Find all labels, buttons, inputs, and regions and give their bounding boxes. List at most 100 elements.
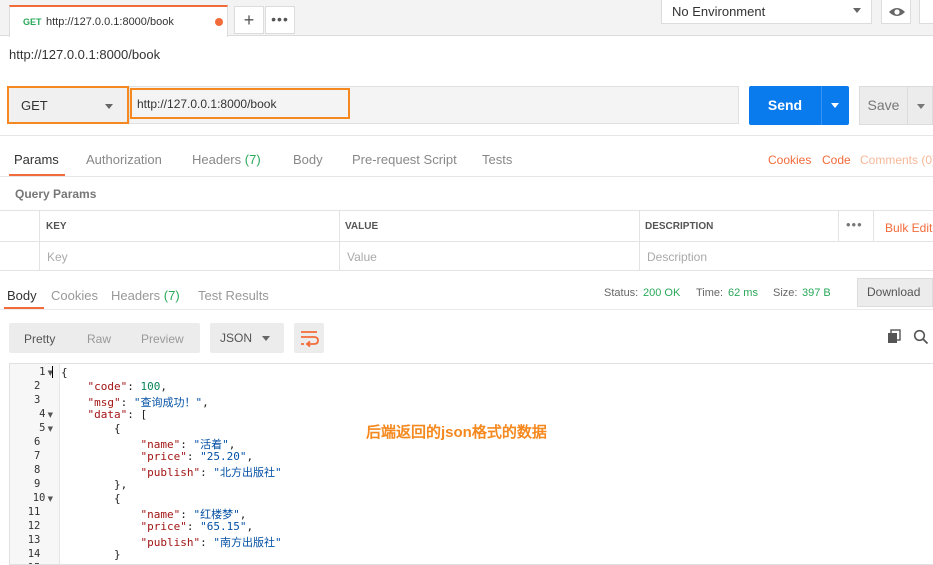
json-punctuation: , bbox=[160, 380, 167, 393]
size-value[interactable]: 397 B bbox=[802, 287, 831, 299]
line-number: 7 bbox=[34, 450, 53, 462]
tab-body[interactable]: Body bbox=[293, 152, 323, 167]
manage-environments-button[interactable] bbox=[919, 0, 933, 24]
json-punctuation: , bbox=[246, 450, 254, 463]
line-number: 10 ▼ bbox=[32, 492, 53, 504]
code-link[interactable]: Code bbox=[822, 153, 851, 167]
json-string: "南方出版社" bbox=[213, 536, 282, 549]
method-select[interactable]: GET bbox=[7, 86, 129, 124]
tab-params[interactable]: Params bbox=[14, 152, 59, 167]
code-line: }, bbox=[61, 478, 127, 491]
unsaved-dot-icon bbox=[215, 18, 223, 26]
line-number: 11 bbox=[27, 506, 53, 518]
wrap-lines-button[interactable] bbox=[294, 323, 324, 353]
divider bbox=[0, 309, 933, 310]
tab-pre-request-script[interactable]: Pre-request Script bbox=[352, 152, 457, 167]
tab-headers-count: (7) bbox=[244, 152, 261, 167]
code-line: { bbox=[61, 366, 68, 379]
tab-url-label: http://127.0.0.1:8000/book bbox=[46, 16, 174, 28]
time-label: Time: bbox=[696, 287, 724, 299]
method-select-value: GET bbox=[21, 98, 48, 113]
json-punctuation: : bbox=[186, 520, 201, 533]
comments-link[interactable]: Comments (0) bbox=[860, 153, 933, 167]
chevron-down-icon bbox=[917, 104, 925, 109]
tab-headers[interactable]: Headers (7) bbox=[192, 152, 261, 167]
environment-select-value: No Environment bbox=[672, 4, 766, 19]
save-button[interactable]: Save bbox=[859, 86, 908, 125]
request-title: http://127.0.0.1:8000/book bbox=[9, 47, 161, 62]
line-number: 6 bbox=[34, 436, 53, 448]
chevron-down-icon bbox=[262, 336, 270, 341]
value-input[interactable]: Value bbox=[347, 250, 377, 264]
line-number-gutter: 1 ▼2 3 4 ▼5 ▼6 7 8 9 10 ▼11 12 13 14 15 bbox=[10, 364, 60, 564]
json-key: "data" bbox=[87, 408, 128, 421]
description-input[interactable]: Description bbox=[647, 250, 707, 264]
bulk-edit-link[interactable]: Bulk Edit bbox=[885, 221, 932, 235]
divider bbox=[0, 241, 933, 242]
cookies-link[interactable]: Cookies bbox=[768, 153, 811, 167]
divider bbox=[639, 211, 640, 271]
eye-icon bbox=[889, 8, 905, 16]
fold-arrow-icon[interactable]: ▼ bbox=[45, 495, 53, 503]
divider bbox=[873, 211, 874, 241]
json-string: "北方出版社" bbox=[213, 466, 282, 479]
chevron-down-icon bbox=[831, 103, 839, 108]
json-punctuation: , bbox=[246, 520, 254, 533]
chevron-down-icon bbox=[105, 104, 113, 109]
json-punctuation: : bbox=[186, 450, 201, 463]
response-tab-body[interactable]: Body bbox=[7, 288, 37, 303]
json-punctuation: : bbox=[200, 466, 214, 479]
annotation-label: 后端返回的json格式的数据 bbox=[366, 424, 547, 441]
url-input-value[interactable]: http://127.0.0.1:8000/book bbox=[137, 97, 276, 111]
format-button-group: Pretty Raw Preview bbox=[9, 323, 200, 353]
column-header-key: KEY bbox=[46, 221, 67, 232]
time-value[interactable]: 62 ms bbox=[728, 287, 758, 299]
json-key: "price" bbox=[140, 520, 187, 533]
format-pretty-button[interactable]: Pretty bbox=[24, 332, 55, 346]
json-punctuation: { bbox=[61, 366, 68, 379]
json-key: "price" bbox=[140, 450, 187, 463]
status-value[interactable]: 200 OK bbox=[643, 287, 680, 299]
code-line: { bbox=[61, 422, 121, 435]
column-header-description: DESCRIPTION bbox=[645, 221, 714, 232]
response-tab-cookies[interactable]: Cookies bbox=[51, 288, 98, 303]
new-tab-button[interactable]: + bbox=[234, 6, 264, 34]
fold-arrow-icon[interactable]: ▼ bbox=[45, 425, 53, 433]
divider bbox=[0, 176, 933, 177]
tab-method-label: GET bbox=[23, 17, 42, 27]
line-number: 12 bbox=[27, 520, 53, 532]
language-select[interactable]: JSON bbox=[210, 323, 284, 353]
response-body-code[interactable]: 1 ▼2 3 4 ▼5 ▼6 7 8 9 10 ▼11 12 13 14 15 … bbox=[9, 363, 933, 565]
request-tab[interactable]: GET http://127.0.0.1:8000/book bbox=[9, 5, 228, 37]
environment-select[interactable]: No Environment bbox=[661, 0, 872, 24]
format-preview-button[interactable]: Preview bbox=[141, 332, 184, 346]
copy-icon[interactable] bbox=[886, 329, 902, 345]
download-button[interactable]: Download bbox=[857, 278, 933, 307]
more-tabs-button[interactable]: ••• bbox=[265, 6, 295, 34]
line-number: 5 ▼ bbox=[39, 422, 53, 434]
wrap-lines-icon bbox=[301, 331, 319, 348]
line-number: 4 ▼ bbox=[39, 408, 53, 420]
json-number: 100 bbox=[140, 380, 161, 393]
json-punctuation: } bbox=[113, 548, 121, 561]
json-key: "publish" bbox=[140, 536, 201, 549]
json-punctuation: { bbox=[113, 492, 121, 505]
json-key: "code" bbox=[87, 380, 128, 393]
format-raw-button[interactable]: Raw bbox=[87, 332, 111, 346]
tab-tests[interactable]: Tests bbox=[482, 152, 512, 167]
save-options-button[interactable] bbox=[908, 86, 933, 125]
column-options-button[interactable]: ••• bbox=[846, 217, 863, 232]
tab-authorization[interactable]: Authorization bbox=[86, 152, 162, 167]
line-number: 9 bbox=[34, 478, 53, 490]
environment-quick-look-button[interactable] bbox=[881, 0, 911, 24]
send-options-button[interactable] bbox=[821, 86, 849, 125]
code-line: "price": "25.20", bbox=[61, 450, 253, 463]
fold-arrow-icon[interactable]: ▼ bbox=[45, 411, 53, 419]
column-header-value: VALUE bbox=[345, 221, 379, 232]
code-line: } bbox=[61, 548, 121, 561]
response-tab-headers[interactable]: Headers (7) bbox=[111, 288, 180, 303]
response-tab-test-results[interactable]: Test Results bbox=[198, 288, 269, 303]
send-button[interactable]: Send bbox=[749, 86, 821, 125]
search-icon[interactable] bbox=[913, 329, 929, 345]
key-input[interactable]: Key bbox=[47, 250, 68, 264]
